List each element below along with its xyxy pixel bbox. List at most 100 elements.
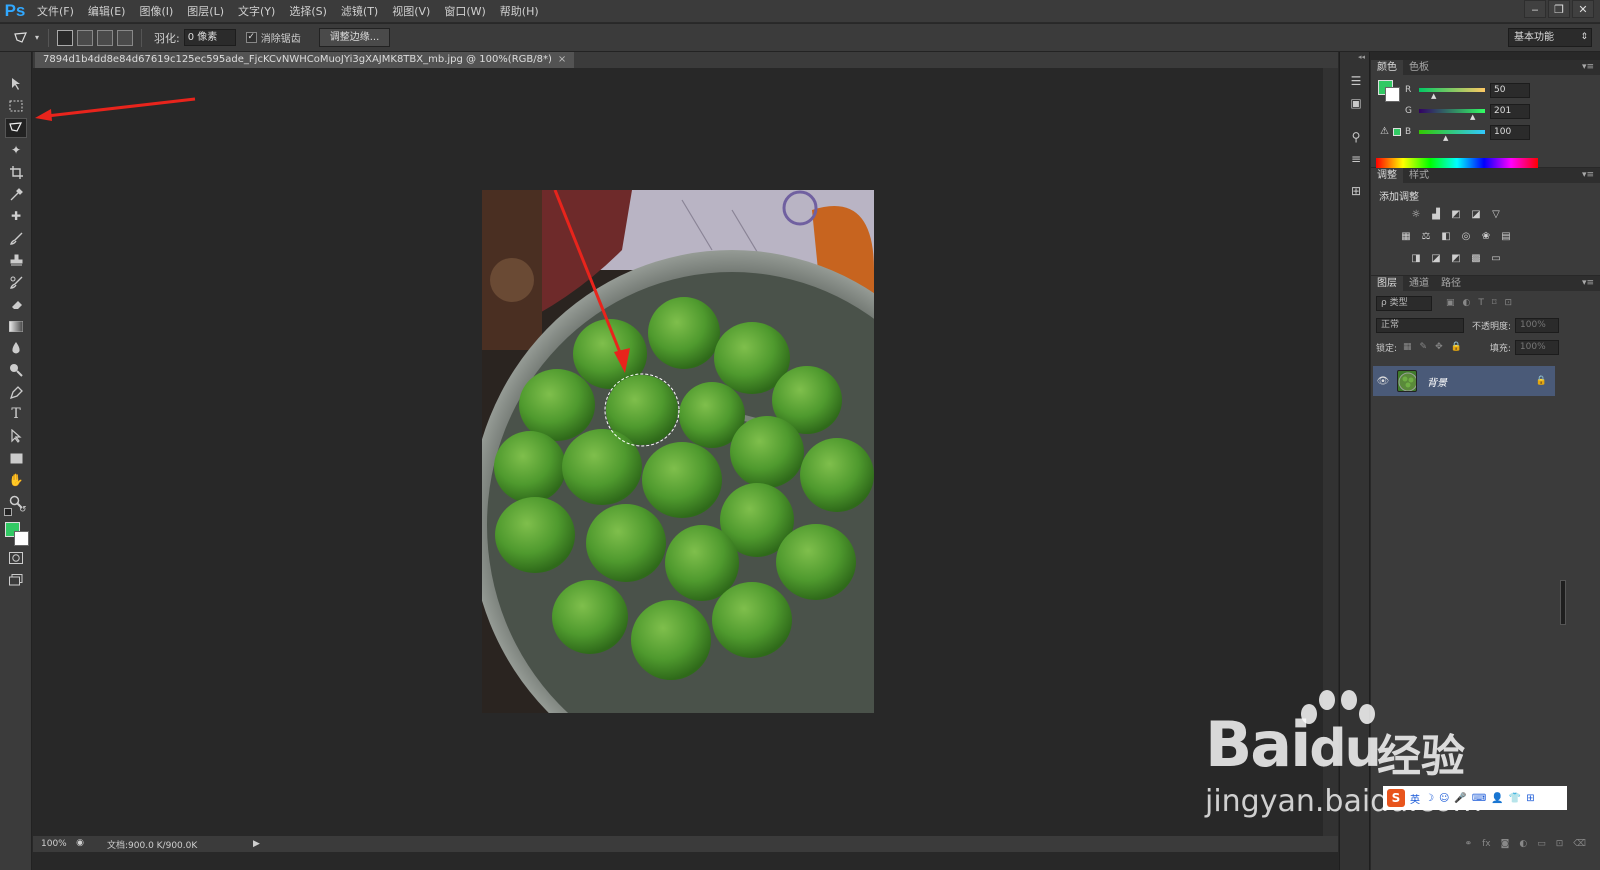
warning-icon[interactable]: ⚠ — [1380, 126, 1389, 137]
healing-brush-tool-icon[interactable]: ✚ — [5, 206, 27, 226]
status-menu-arrow[interactable]: ▶ — [253, 839, 260, 849]
tab-paths[interactable]: 路径 — [1435, 276, 1467, 291]
feather-input[interactable]: 0 像素 — [183, 29, 236, 46]
link-layers-icon[interactable]: ⚭ — [1465, 839, 1473, 849]
emoji-icon[interactable]: ☺ — [1439, 793, 1449, 804]
panel-menu-icon[interactable]: ▾≡ — [1582, 276, 1594, 291]
document-image[interactable] — [482, 190, 874, 713]
opacity-input[interactable]: 100% — [1515, 317, 1560, 333]
background-color-swatch[interactable] — [14, 531, 29, 546]
antialias-checkbox[interactable]: ✓ — [245, 32, 257, 43]
magic-wand-tool-icon[interactable]: ✦ — [5, 140, 27, 160]
color-balance-icon[interactable]: ⚖ — [1419, 230, 1433, 242]
selective-color-icon[interactable]: ▩ — [1469, 252, 1483, 264]
new-selection-button[interactable] — [57, 29, 73, 46]
layer-kind-filter[interactable]: ρ 类型 — [1376, 295, 1432, 311]
keyboard-icon[interactable]: ⌨ — [1472, 793, 1486, 804]
fx-icon[interactable]: fx — [1482, 839, 1491, 849]
panel-background-swatch[interactable] — [1385, 87, 1400, 102]
tab-styles[interactable]: 样式 — [1403, 168, 1435, 183]
close-tab-icon[interactable]: × — [558, 54, 566, 65]
quick-mask-icon[interactable] — [5, 548, 27, 568]
voice-icon[interactable]: 🎤 — [1454, 793, 1466, 804]
tab-color[interactable]: 颜色 — [1371, 60, 1403, 75]
green-thumb[interactable]: ▲ — [1470, 113, 1475, 121]
blur-tool-icon[interactable] — [5, 338, 27, 358]
eye-icon[interactable]: 👁 — [1373, 376, 1393, 387]
menu-filter[interactable]: 滤镜(T) — [334, 0, 385, 23]
panel-menu-icon[interactable]: ▾≡ — [1582, 168, 1594, 183]
posterize-icon[interactable]: ◪ — [1429, 252, 1443, 264]
color-lookup-icon[interactable]: ▤ — [1499, 230, 1513, 242]
curves-icon[interactable]: ◩ — [1449, 208, 1463, 220]
tab-adjustments[interactable]: 调整 — [1371, 168, 1403, 183]
slider-blue[interactable]: B ▲ 100 — [1405, 124, 1530, 142]
gradient-map-icon[interactable]: ▭ — [1489, 252, 1503, 264]
document-tab[interactable]: 7894d1b4dd8e84d67619c125ec595ade_FjcKCvN… — [35, 52, 575, 68]
eyedropper-tool-icon[interactable] — [5, 184, 27, 204]
collapse-icon[interactable]: ◂◂ — [1358, 53, 1365, 61]
lock-icons[interactable]: ▦✎✥🔒 — [1403, 342, 1470, 352]
red-thumb[interactable]: ▲ — [1431, 92, 1436, 100]
sogou-logo[interactable]: S — [1387, 789, 1405, 807]
filter-icons[interactable]: ▣◐T⌑⊡ — [1446, 298, 1520, 308]
menu-help[interactable]: 帮助(H) — [493, 0, 546, 23]
vertical-scrollbar[interactable] — [1323, 68, 1338, 836]
move-tool-icon[interactable] — [5, 74, 27, 94]
zoom-level[interactable]: 100% — [33, 839, 73, 849]
add-mask-icon[interactable]: ◙ — [1501, 839, 1510, 849]
web-safe-swatch[interactable] — [1393, 128, 1401, 136]
invert-icon[interactable]: ◨ — [1409, 252, 1423, 264]
info-icon[interactable]: ◉ — [73, 838, 87, 850]
path-selection-tool-icon[interactable] — [5, 426, 27, 446]
clone-source-icon[interactable]: ⊞ — [1346, 182, 1366, 200]
channel-mixer-icon[interactable]: ❀ — [1479, 230, 1493, 242]
refine-edge-button[interactable]: 调整边缘... — [318, 28, 391, 47]
pen-tool-icon[interactable] — [5, 382, 27, 402]
tab-swatches[interactable]: 色板 — [1403, 60, 1435, 75]
trash-icon[interactable]: ⌫ — [1573, 839, 1586, 849]
gradient-tool-icon[interactable] — [5, 316, 27, 336]
hue-saturation-icon[interactable]: ▦ — [1399, 230, 1413, 242]
green-value[interactable]: 201 — [1490, 103, 1530, 119]
menu-image[interactable]: 图像(I) — [132, 0, 180, 23]
menu-window[interactable]: 窗口(W) — [437, 0, 492, 23]
panel-menu-icon[interactable]: ▾≡ — [1582, 60, 1594, 75]
layers-panel-scrollbar[interactable] — [1560, 580, 1566, 625]
levels-icon[interactable]: ▟ — [1429, 208, 1443, 220]
fill-input[interactable]: 100% — [1514, 339, 1559, 355]
screen-mode-icon[interactable] — [5, 570, 27, 590]
menu-type[interactable]: 文字(Y) — [231, 0, 282, 23]
new-group-icon[interactable]: ▭ — [1537, 839, 1546, 849]
slider-green[interactable]: G ▲ 201 — [1405, 103, 1530, 121]
skin-icon[interactable]: 👕 — [1509, 793, 1521, 804]
chevron-down-icon[interactable]: ▾ — [32, 28, 42, 48]
slider-red[interactable]: R ▲ 50 — [1405, 82, 1530, 100]
workspace-select[interactable]: 基本功能 — [1508, 28, 1592, 47]
tab-channels[interactable]: 通道 — [1403, 276, 1435, 291]
hand-tool-icon[interactable]: ✋ — [5, 470, 27, 490]
dodge-tool-icon[interactable] — [5, 360, 27, 380]
menu-select[interactable]: 选择(S) — [282, 0, 334, 23]
crop-tool-icon[interactable] — [5, 162, 27, 182]
type-tool-icon[interactable]: T — [5, 404, 27, 424]
menu-edit[interactable]: 编辑(E) — [81, 0, 133, 23]
toolbox-icon[interactable]: ⊞ — [1526, 793, 1534, 804]
user-icon[interactable]: 👤 — [1491, 793, 1503, 804]
layer-row-background[interactable]: 👁 背景 🔒 — [1373, 366, 1555, 396]
menu-layer[interactable]: 图层(L) — [180, 0, 231, 23]
brightness-icon[interactable]: ☼ — [1409, 208, 1423, 220]
adjustment-layer-icon[interactable]: ◐ — [1519, 839, 1527, 849]
black-white-icon[interactable]: ◧ — [1439, 230, 1453, 242]
brush-tool-icon[interactable] — [5, 228, 27, 248]
menu-view[interactable]: 视图(V) — [385, 0, 437, 23]
color-swatches[interactable] — [5, 522, 29, 546]
actions-panel-icon[interactable]: ▣ — [1346, 94, 1366, 112]
history-panel-icon[interactable]: ☰ — [1346, 72, 1366, 90]
minimize-button[interactable]: ‒ — [1524, 0, 1546, 18]
blend-mode-select[interactable]: 正常 — [1376, 317, 1464, 333]
brush-presets-icon[interactable]: ⚲ — [1346, 128, 1366, 146]
blue-value[interactable]: 100 — [1490, 124, 1530, 140]
ime-language[interactable]: 英 — [1410, 791, 1420, 806]
menu-file[interactable]: 文件(F) — [30, 0, 81, 23]
